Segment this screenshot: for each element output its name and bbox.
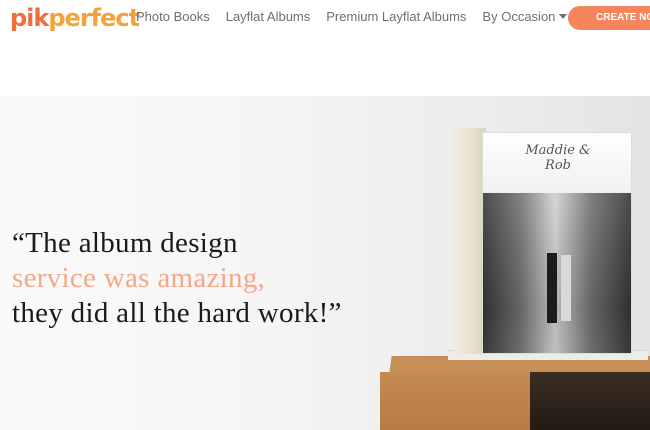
testimonial-quote: “The album design service was amazing, t… — [12, 226, 342, 331]
pikperfect-logo[interactable]: pik perfect — [10, 1, 140, 35]
quote-line-3: they did all the hard work!” — [12, 297, 342, 329]
album-product-image: Maddie & Rob — [378, 124, 650, 430]
cover-figure-groom — [547, 253, 557, 323]
nav-layflat-albums[interactable]: Layflat Albums — [226, 9, 311, 24]
album-box-front — [380, 372, 530, 430]
cover-photo — [483, 193, 631, 353]
nav-by-occasion[interactable]: By Occasion — [482, 9, 568, 24]
nav-photo-books[interactable]: Photo Books — [136, 9, 210, 24]
main-nav: Photo Books Layflat Albums Premium Layfl… — [136, 9, 583, 24]
nav-premium-layflat-albums[interactable]: Premium Layflat Albums — [326, 9, 466, 24]
logo-part-perfect: perfect — [48, 4, 140, 32]
quote-line-1: “The album design — [12, 227, 238, 259]
caret-down-icon — [559, 14, 568, 20]
quote-line-2: service was amazing, — [12, 262, 266, 294]
nav-by-occasion-label: By Occasion — [482, 9, 556, 24]
site-header: pik perfect Photo Books Layflat Albums Pr… — [0, 0, 650, 38]
logo-part-pik: pik — [10, 4, 49, 32]
create-now-button[interactable]: CREATE NOW — [568, 6, 650, 30]
album-cover: Maddie & Rob — [482, 132, 632, 354]
hero-section: “The album design service was amazing, t… — [0, 96, 650, 430]
album-box-side — [530, 372, 650, 430]
album-cover-title: Maddie & Rob — [525, 143, 591, 173]
cover-figure-bride — [561, 255, 571, 321]
